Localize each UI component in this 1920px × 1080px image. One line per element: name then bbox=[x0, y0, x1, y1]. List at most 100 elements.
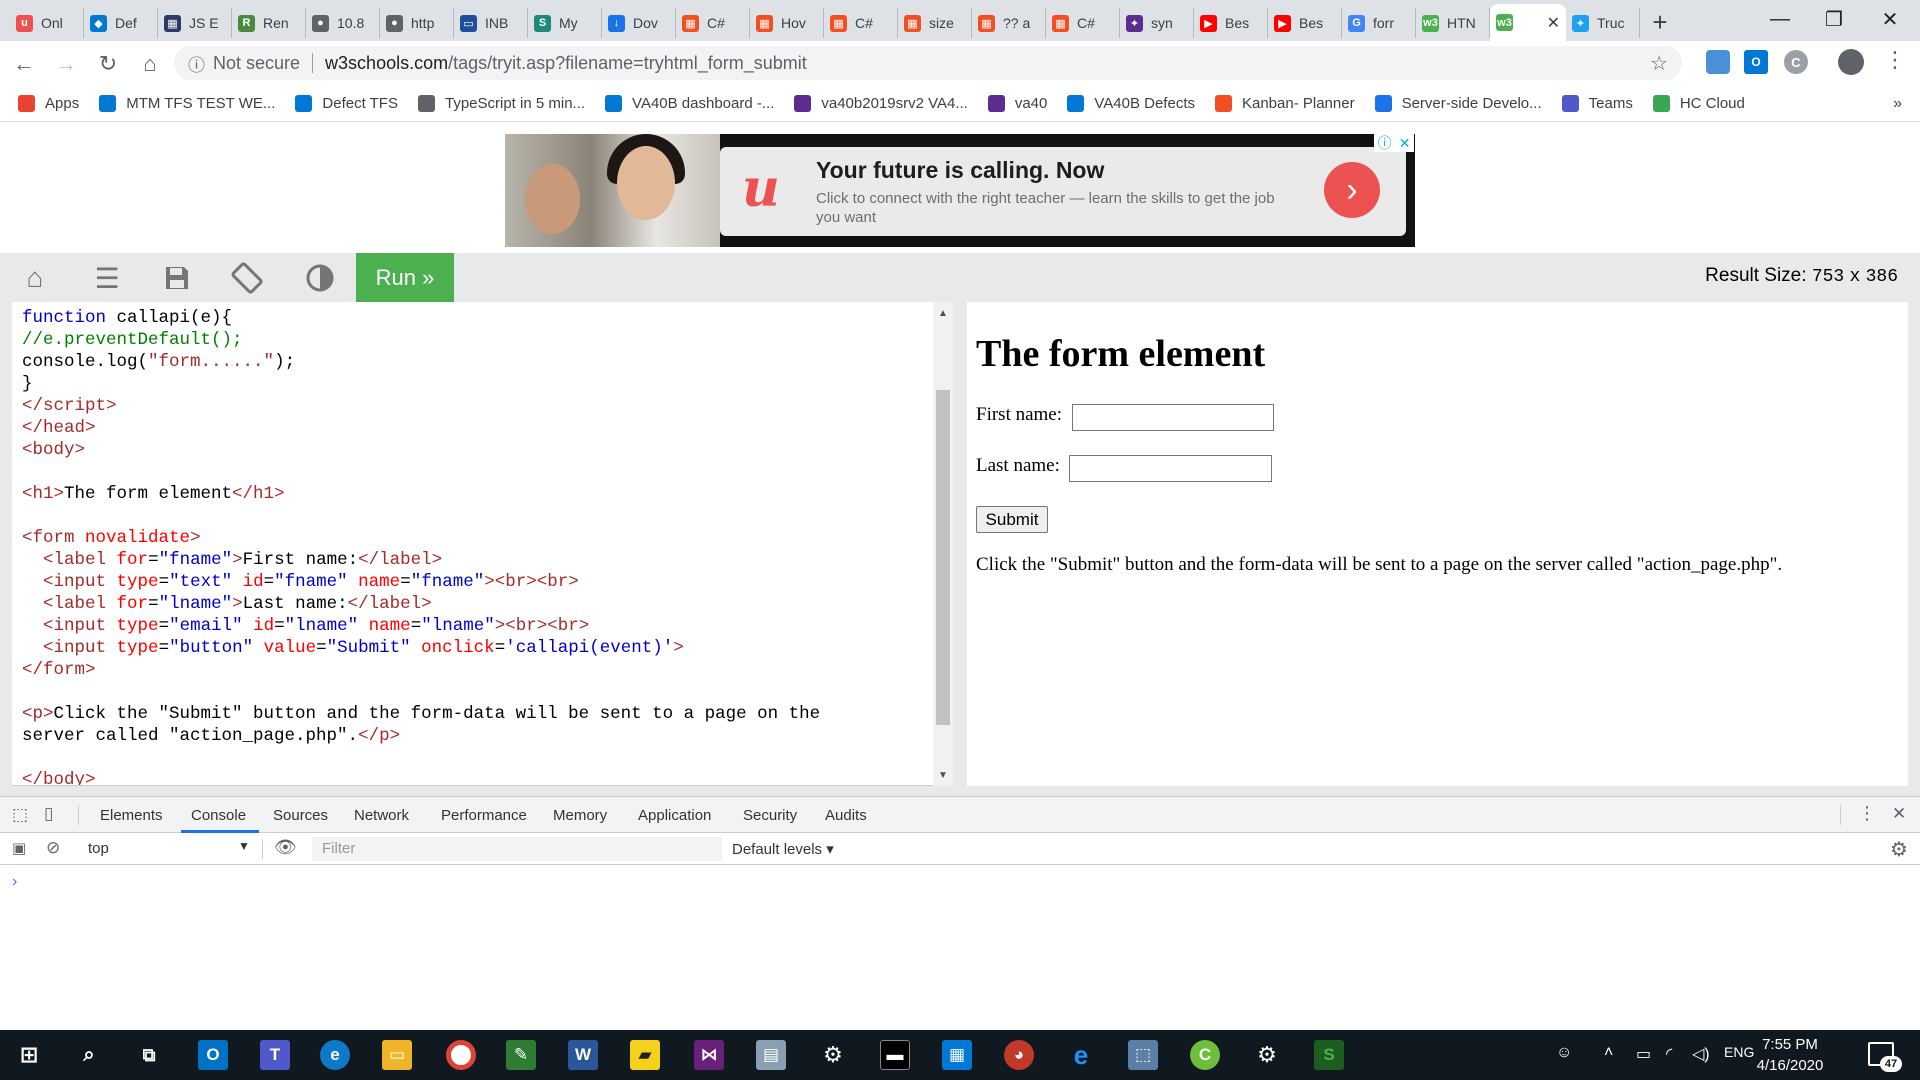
tab-close-icon[interactable]: ✕ bbox=[1547, 13, 1560, 33]
file-explorer-icon[interactable]: ▭ bbox=[382, 1040, 412, 1070]
browser-tab[interactable]: ▦ size bbox=[898, 8, 972, 38]
live-expression-icon[interactable]: 👁 bbox=[274, 837, 297, 858]
c-app-icon[interactable]: C bbox=[1190, 1040, 1220, 1070]
browser-tab[interactable]: ● http bbox=[380, 8, 454, 38]
browser-tab[interactable]: ✦ syn bbox=[1120, 8, 1194, 38]
paint-icon[interactable]: ◕ bbox=[1004, 1040, 1034, 1070]
browser-tab[interactable]: Gforr bbox=[1342, 8, 1416, 38]
battery-icon[interactable]: ▭ bbox=[1636, 1044, 1651, 1064]
bookmark-item[interactable]: Teams bbox=[1561, 95, 1633, 112]
browser-tab[interactable]: ▦ JS E bbox=[158, 8, 232, 38]
extension-icon[interactable] bbox=[1706, 50, 1730, 74]
maximize-icon[interactable]: ❐ bbox=[1806, 0, 1862, 38]
theme-toggle-icon[interactable] bbox=[303, 261, 337, 295]
remote-desktop-icon[interactable]: ▦ bbox=[942, 1040, 972, 1070]
edge-dev-icon[interactable]: e bbox=[320, 1040, 350, 1070]
advertisement[interactable]: u Your future is calling. Now Click to c… bbox=[505, 134, 1415, 247]
minimize-icon[interactable]: — bbox=[1752, 0, 1808, 38]
devtools-menu-icon[interactable]: ⋮ bbox=[1858, 803, 1876, 824]
bookmark-item[interactable]: Defect TFS bbox=[295, 95, 398, 112]
ad-card[interactable]: u Your future is calling. Now Click to c… bbox=[720, 147, 1406, 236]
console-prompt[interactable]: › bbox=[12, 873, 17, 891]
browser-tab[interactable]: ▦ C# bbox=[824, 8, 898, 38]
bookmark-item[interactable]: VA40B Defects bbox=[1067, 95, 1195, 112]
back-icon[interactable]: ← bbox=[6, 46, 42, 82]
submit-button[interactable]: Submit bbox=[976, 506, 1048, 533]
more-bookmarks-icon[interactable]: » bbox=[1893, 95, 1902, 113]
save-icon[interactable] bbox=[160, 261, 194, 295]
browser-tab[interactable]: ✦ Truc bbox=[1566, 8, 1640, 38]
teams-icon[interactable]: T bbox=[260, 1040, 290, 1070]
word-icon[interactable]: W bbox=[568, 1040, 598, 1070]
last-name-input[interactable] bbox=[1069, 455, 1272, 482]
adchoices-icon[interactable]: ⓘ ✕ bbox=[1374, 134, 1414, 152]
ad-go-button[interactable]: › bbox=[1324, 162, 1380, 218]
s-app-icon[interactable]: S bbox=[1314, 1040, 1344, 1070]
browser-tab[interactable]: ↓ Dov bbox=[602, 8, 676, 38]
inspect-icon[interactable]: ⬚ bbox=[12, 805, 28, 825]
visual-studio-icon[interactable]: ⋈ bbox=[694, 1040, 724, 1070]
browser-tab[interactable]: ▦ C# bbox=[1046, 8, 1120, 38]
tab-memory[interactable]: Memory bbox=[553, 807, 607, 824]
browser-tab[interactable]: ▭ INB bbox=[454, 8, 528, 38]
sidebar-toggle-icon[interactable]: ▣ bbox=[12, 839, 26, 857]
sticky-notes-icon[interactable]: ▰ bbox=[630, 1040, 660, 1070]
chrome-icon[interactable] bbox=[446, 1040, 476, 1070]
clear-console-icon[interactable]: ⊘ bbox=[46, 838, 60, 858]
bookmark-item[interactable]: Apps bbox=[18, 95, 79, 112]
browser-tab[interactable]: ▦ Hov bbox=[750, 8, 824, 38]
log-levels-select[interactable]: Default levels ▾ bbox=[732, 840, 834, 858]
browser-tab[interactable]: R Ren bbox=[232, 8, 306, 38]
tab-elements[interactable]: Elements bbox=[100, 807, 163, 824]
reload-icon[interactable]: ↻ bbox=[90, 46, 126, 82]
code-editor[interactable]: function callapi(e){ //e.preventDefault(… bbox=[12, 302, 953, 786]
clock[interactable]: 7:55 PM 4/16/2020 bbox=[1742, 1034, 1838, 1076]
profile-avatar[interactable] bbox=[1838, 49, 1864, 75]
browser-tab[interactable]: ▶ Bes bbox=[1268, 8, 1342, 38]
tray-overflow-icon[interactable]: ˄ bbox=[1604, 1044, 1613, 1062]
forward-icon[interactable]: → bbox=[48, 46, 84, 82]
close-window-icon[interactable]: ✕ bbox=[1862, 0, 1918, 38]
menu-icon[interactable]: ⋮ bbox=[1884, 47, 1906, 73]
context-select[interactable]: top bbox=[88, 840, 109, 857]
tab-console[interactable]: Console bbox=[191, 807, 246, 824]
info-icon[interactable]: ⓘ bbox=[188, 51, 205, 76]
windows-start-icon[interactable]: ⊞ bbox=[14, 1040, 44, 1070]
browser-tab[interactable]: ▦ C# bbox=[676, 8, 750, 38]
tab-sources[interactable]: Sources bbox=[273, 807, 328, 824]
browser-tab[interactable]: ▦ ?? a bbox=[972, 8, 1046, 38]
omnibox[interactable]: ⓘ Not secure w3schools.com/tags/tryit.as… bbox=[174, 46, 1682, 80]
notepad-icon[interactable]: ✎ bbox=[506, 1040, 536, 1070]
menu-icon[interactable]: ☰ bbox=[90, 261, 124, 295]
outlook-extension-icon[interactable]: O bbox=[1744, 50, 1768, 74]
devtools-close-icon[interactable]: ✕ bbox=[1892, 804, 1906, 824]
bookmark-item[interactable]: va40 bbox=[987, 95, 1047, 112]
new-tab-button[interactable]: + bbox=[1640, 5, 1680, 39]
gear-app-icon[interactable]: ⚙ bbox=[1252, 1040, 1282, 1070]
settings-icon[interactable]: ⚙ bbox=[818, 1040, 848, 1070]
bookmark-item[interactable]: MTM TFS TEST WE... bbox=[99, 95, 275, 112]
task-view-icon[interactable]: ⧉ bbox=[134, 1040, 164, 1070]
star-icon[interactable]: ☆ bbox=[1650, 51, 1668, 76]
bookmark-item[interactable]: VA40B dashboard -... bbox=[605, 95, 774, 112]
scroll-up-icon[interactable]: ▲ bbox=[937, 308, 949, 319]
bookmark-item[interactable]: TypeScript in 5 min... bbox=[417, 95, 585, 112]
bookmark-item[interactable]: HC Cloud bbox=[1652, 95, 1745, 112]
browser-tab[interactable]: ▶ Bes bbox=[1194, 8, 1268, 38]
tab-active[interactable]: w3 ✕ bbox=[1490, 4, 1566, 41]
volume-icon[interactable]: ◁) bbox=[1692, 1044, 1710, 1064]
c-extension-icon[interactable]: C bbox=[1784, 50, 1808, 74]
internet-explorer-icon[interactable]: e bbox=[1066, 1040, 1096, 1070]
app-icon[interactable]: ▤ bbox=[756, 1040, 786, 1070]
outlook-icon[interactable]: O bbox=[198, 1040, 228, 1070]
first-name-input[interactable] bbox=[1072, 404, 1274, 431]
command-prompt-icon[interactable]: ▬ bbox=[880, 1040, 910, 1070]
browser-tab[interactable]: w3 HTN bbox=[1416, 8, 1490, 38]
home-icon[interactable]: ⌂ bbox=[18, 261, 52, 295]
code-text[interactable]: function callapi(e){ //e.preventDefault(… bbox=[22, 307, 820, 785]
tab-security[interactable]: Security bbox=[743, 807, 797, 824]
bookmark-item[interactable]: Server-side Develo... bbox=[1374, 95, 1542, 112]
tab-performance[interactable]: Performance bbox=[441, 807, 527, 824]
browser-tab[interactable]: S My bbox=[528, 8, 602, 38]
tab-audits[interactable]: Audits bbox=[825, 807, 867, 824]
